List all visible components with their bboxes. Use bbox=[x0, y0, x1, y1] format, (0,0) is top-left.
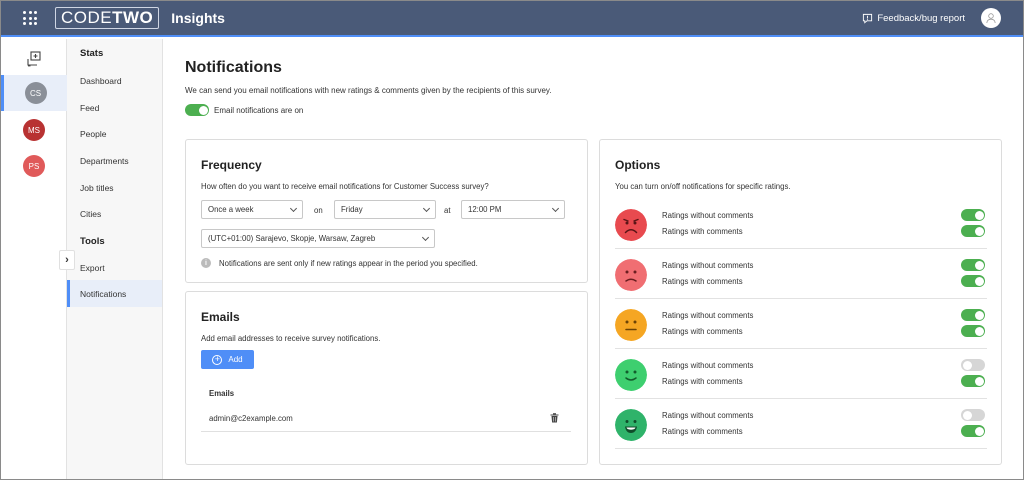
survey-cs[interactable]: CS bbox=[1, 75, 67, 111]
neutral-face-icon bbox=[615, 309, 647, 341]
app-title: Insights bbox=[171, 10, 225, 26]
toggle-very-good-with-comments[interactable] bbox=[961, 425, 985, 437]
main-content: Notifications We can send you email noti… bbox=[163, 39, 1023, 479]
frequency-question: How often do you want to receive email n… bbox=[201, 182, 489, 191]
avatar: PS bbox=[23, 155, 45, 177]
options-description: You can turn on/off notifications for sp… bbox=[615, 182, 791, 191]
survey-ps[interactable]: PS bbox=[1, 148, 67, 184]
user-icon bbox=[986, 13, 996, 24]
emails-card: Emails Add email addresses to receive su… bbox=[185, 291, 588, 465]
avatar: CS bbox=[24, 82, 47, 104]
emails-title: Emails bbox=[201, 310, 240, 324]
options-title: Options bbox=[615, 158, 661, 172]
chevron-down-icon bbox=[289, 204, 298, 213]
add-survey-icon bbox=[27, 51, 41, 67]
nav-item-departments[interactable]: Departments bbox=[67, 147, 162, 174]
ratings-without-comments-label: Ratings without comments bbox=[662, 361, 754, 370]
day-select[interactable]: Friday bbox=[334, 200, 436, 219]
nav-item-dashboard[interactable]: Dashboard bbox=[67, 67, 162, 94]
ratings-without-comments-label: Ratings without comments bbox=[662, 211, 754, 220]
toggle-bad-without-comments[interactable] bbox=[961, 259, 985, 271]
interval-select[interactable]: Once a week bbox=[201, 200, 303, 219]
options-card: Options You can turn on/off notification… bbox=[599, 139, 1002, 465]
time-select[interactable]: 12:00 PM bbox=[461, 200, 565, 219]
codetwo-logo: CODE TWO bbox=[55, 7, 160, 29]
smile-face-icon bbox=[615, 359, 647, 391]
user-avatar[interactable] bbox=[981, 8, 1001, 28]
nav-item-export[interactable]: Export bbox=[67, 254, 162, 281]
nav-item-people[interactable]: People bbox=[67, 120, 162, 147]
email-notifications-label: Email notifications are on bbox=[214, 105, 304, 115]
email-notifications-toggle[interactable] bbox=[185, 104, 209, 116]
survey-rail: CS MS PS bbox=[1, 39, 67, 479]
on-label: on bbox=[314, 206, 323, 215]
ratings-with-comments-label: Ratings with comments bbox=[662, 277, 743, 286]
tools-heading: Tools bbox=[80, 236, 105, 247]
survey-ms[interactable]: MS bbox=[1, 112, 67, 148]
sad-face-icon bbox=[615, 259, 647, 291]
sidebar-nav: Stats Dashboard Feed People Departments … bbox=[67, 39, 163, 479]
chevron-down-icon bbox=[421, 233, 430, 242]
toggle-very-bad-with-comments[interactable] bbox=[961, 225, 985, 237]
toggle-very-bad-without-comments[interactable] bbox=[961, 209, 985, 221]
chevron-down-icon bbox=[422, 204, 431, 213]
emails-column-header: Emails bbox=[209, 389, 235, 398]
info-icon: i bbox=[201, 258, 211, 268]
at-label: at bbox=[444, 206, 451, 215]
happy-face-icon bbox=[615, 409, 647, 441]
expand-sidebar-button[interactable]: › bbox=[59, 250, 75, 270]
toggle-bad-with-comments[interactable] bbox=[961, 275, 985, 287]
ratings-with-comments-label: Ratings with comments bbox=[662, 227, 743, 236]
rating-row-bad: Ratings without comments Ratings with co… bbox=[615, 249, 987, 299]
toggle-neutral-without-comments[interactable] bbox=[961, 309, 985, 321]
nav-item-notifications[interactable]: Notifications bbox=[67, 280, 162, 307]
very-sad-face-icon bbox=[615, 209, 647, 241]
toggle-neutral-with-comments[interactable] bbox=[961, 325, 985, 337]
frequency-title: Frequency bbox=[201, 158, 262, 172]
stats-heading: Stats bbox=[80, 48, 104, 59]
toggle-good-without-comments[interactable] bbox=[961, 359, 985, 371]
rating-row-good: Ratings without comments Ratings with co… bbox=[615, 349, 987, 399]
email-address: admin@c2example.com bbox=[209, 414, 293, 423]
app-launcher-icon[interactable] bbox=[23, 11, 37, 25]
add-email-button[interactable]: + Add bbox=[201, 350, 254, 369]
feedback-icon bbox=[863, 13, 873, 24]
email-notifications-toggle-row: Email notifications are on bbox=[185, 104, 303, 116]
timezone-select[interactable]: (UTC+01:00) Sarajevo, Skopje, Warsaw, Za… bbox=[201, 229, 435, 248]
chevron-right-icon: › bbox=[65, 254, 69, 266]
page-subtitle: We can send you email notifications with… bbox=[185, 86, 552, 95]
table-row: admin@c2example.com bbox=[201, 404, 571, 432]
nav-item-cities[interactable]: Cities bbox=[67, 200, 162, 227]
nav-item-job-titles[interactable]: Job titles bbox=[67, 174, 162, 201]
frequency-info: i Notifications are sent only if new rat… bbox=[201, 258, 478, 268]
toggle-very-good-without-comments[interactable] bbox=[961, 409, 985, 421]
plus-circle-icon: + bbox=[212, 354, 223, 365]
chevron-down-icon bbox=[551, 204, 560, 213]
rating-row-very-bad: Ratings without comments Ratings with co… bbox=[615, 199, 987, 249]
avatar: MS bbox=[23, 119, 45, 141]
toggle-good-with-comments[interactable] bbox=[961, 375, 985, 387]
ratings-with-comments-label: Ratings with comments bbox=[662, 427, 743, 436]
ratings-without-comments-label: Ratings without comments bbox=[662, 261, 754, 270]
new-survey-button[interactable] bbox=[1, 41, 67, 77]
top-bar: CODE TWO Insights Feedback/bug report bbox=[1, 1, 1023, 37]
ratings-without-comments-label: Ratings without comments bbox=[662, 311, 754, 320]
app-window: CODETWO Insights Feedback/bug report CS bbox=[0, 0, 1024, 480]
ratings-with-comments-label: Ratings with comments bbox=[662, 327, 743, 336]
rating-row-very-good: Ratings without comments Ratings with co… bbox=[615, 399, 987, 449]
page-title: Notifications bbox=[185, 59, 282, 76]
ratings-with-comments-label: Ratings with comments bbox=[662, 377, 743, 386]
nav-item-feed[interactable]: Feed bbox=[67, 94, 162, 121]
emails-description: Add email addresses to receive survey no… bbox=[201, 334, 381, 343]
feedback-label: Feedback/bug report bbox=[877, 12, 965, 24]
ratings-without-comments-label: Ratings without comments bbox=[662, 411, 754, 420]
feedback-link[interactable]: Feedback/bug report bbox=[862, 13, 965, 24]
trash-icon[interactable] bbox=[550, 413, 559, 423]
rating-row-neutral: Ratings without comments Ratings with co… bbox=[615, 299, 987, 349]
frequency-card: Frequency How often do you want to recei… bbox=[185, 139, 588, 283]
